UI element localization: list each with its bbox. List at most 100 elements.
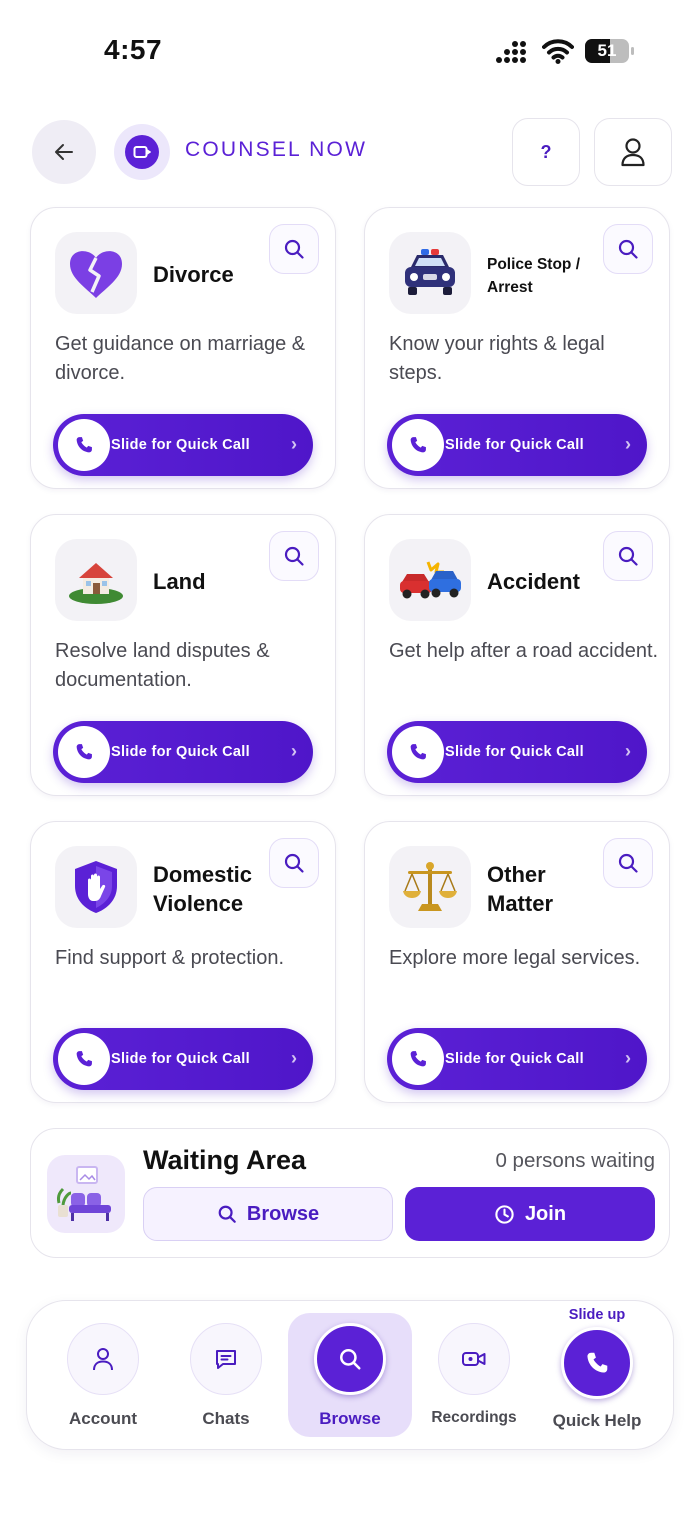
- chat-icon: [216, 1350, 236, 1369]
- quick-call-slider[interactable]: Slide for Quick Call ›: [53, 721, 313, 783]
- join-label: Join: [524, 1202, 567, 1225]
- search-button[interactable]: [603, 224, 653, 274]
- nav-recordings[interactable]: Recordings: [414, 1301, 534, 1451]
- search-button[interactable]: [603, 531, 653, 581]
- bottom-nav: Account Chats Browse Recordings Slide up…: [26, 1300, 674, 1450]
- browse-label: Browse: [246, 1202, 320, 1225]
- search-button[interactable]: [269, 838, 319, 888]
- slider-knob[interactable]: [58, 419, 110, 471]
- waiting-room-icon: [47, 1155, 125, 1233]
- battery-level: 51: [597, 41, 617, 60]
- category-card-land[interactable]: Land Resolve land disputes & documentati…: [30, 514, 336, 796]
- waiting-area-title: Waiting Area: [143, 1145, 307, 1175]
- quick-call-slider[interactable]: Slide for Quick Call ›: [53, 414, 313, 476]
- nav-chats[interactable]: Chats: [166, 1301, 286, 1451]
- arrow-left-icon: [55, 144, 73, 160]
- category-card-accident[interactable]: Accident Get help after a road accident.…: [364, 514, 670, 796]
- nav-quick-help[interactable]: Slide up Quick Help: [537, 1301, 657, 1451]
- brand-logo: [114, 124, 170, 180]
- status-time: 4:57: [104, 34, 163, 65]
- join-button[interactable]: Join: [405, 1187, 655, 1241]
- card-description: Resolve land disputes & documentation.: [55, 640, 270, 691]
- search-icon: [618, 853, 638, 873]
- quick-call-slider[interactable]: Slide for Quick Call ›: [387, 1028, 647, 1090]
- card-description: Find support & protection.: [55, 947, 285, 969]
- wifi-icon: [542, 39, 574, 64]
- browse-button[interactable]: Browse: [143, 1187, 393, 1241]
- house-land-icon: [55, 539, 137, 621]
- card-description: Explore more legal services.: [389, 947, 641, 969]
- quick-call-slider[interactable]: Slide for Quick Call ›: [53, 1028, 313, 1090]
- search-button[interactable]: [269, 531, 319, 581]
- category-card-domestic-violence[interactable]: Domestic Violence Find support & protect…: [30, 821, 336, 1103]
- slider-knob[interactable]: [58, 1033, 110, 1085]
- person-icon: [93, 1348, 113, 1371]
- search-button[interactable]: [269, 224, 319, 274]
- category-card-divorce[interactable]: Divorce Get guidance on marriage & divor…: [30, 207, 336, 489]
- slider-label: Slide for Quick Call: [111, 437, 250, 453]
- card-description: Get guidance on marriage & divorce.: [55, 333, 306, 384]
- help-label: ?: [540, 141, 552, 162]
- broken-heart-icon: [55, 232, 137, 314]
- search-icon: [618, 546, 638, 566]
- car-crash-icon: [389, 539, 471, 621]
- nav-label: Account: [69, 1409, 137, 1428]
- brand-name: COUNSEL NOW: [185, 138, 368, 161]
- nav-browse[interactable]: Browse: [288, 1301, 412, 1451]
- signal-icon: [496, 41, 526, 63]
- phone-icon: [76, 437, 92, 453]
- search-icon: [618, 239, 638, 259]
- slider-label: Slide for Quick Call: [445, 437, 584, 453]
- card-title: Divorce: [153, 262, 234, 287]
- slider-label: Slide for Quick Call: [445, 1051, 584, 1067]
- nav-label: Chats: [202, 1409, 250, 1428]
- nav-label: Browse: [319, 1409, 381, 1428]
- search-icon: [284, 853, 304, 873]
- phone-icon: [76, 1051, 92, 1067]
- clock-icon: [495, 1204, 514, 1224]
- card-title: Accident: [487, 569, 580, 594]
- phone-icon: [410, 744, 426, 760]
- help-button[interactable]: ?: [512, 118, 580, 186]
- status-bar: 4:57 51: [0, 0, 700, 100]
- card-title: Other Matter: [487, 862, 554, 916]
- app-header: COUNSEL NOW ?: [0, 116, 700, 188]
- slider-label: Slide for Quick Call: [111, 744, 250, 760]
- quick-call-slider[interactable]: Slide for Quick Call ›: [387, 721, 647, 783]
- nav-account[interactable]: Account: [43, 1301, 163, 1451]
- phone-icon: [410, 437, 426, 453]
- slider-label: Slide for Quick Call: [111, 1051, 250, 1067]
- quick-call-slider[interactable]: Slide for Quick Call ›: [387, 414, 647, 476]
- slider-knob[interactable]: [392, 419, 444, 471]
- search-button[interactable]: [603, 838, 653, 888]
- back-button[interactable]: [32, 120, 96, 184]
- chevron-right-icon: ›: [291, 741, 297, 761]
- nav-label: Quick Help: [552, 1411, 642, 1430]
- slider-label: Slide for Quick Call: [445, 744, 584, 760]
- tag-icon: [133, 146, 151, 158]
- battery-icon: 51: [584, 37, 636, 65]
- search-icon: [284, 546, 304, 566]
- search-icon: [218, 1205, 236, 1223]
- slider-knob[interactable]: [392, 1033, 444, 1085]
- scales-icon: [389, 846, 471, 928]
- waiting-area-card: Waiting Area 0 persons waiting Browse Jo…: [30, 1128, 670, 1258]
- chevron-right-icon: ›: [291, 1048, 297, 1068]
- police-car-icon: [389, 232, 471, 314]
- video-icon: [462, 1352, 486, 1366]
- card-description: Know your rights & legal steps.: [389, 333, 605, 384]
- category-card-police-stop[interactable]: Police Stop / Arrest Know your rights & …: [364, 207, 670, 489]
- slider-knob[interactable]: [58, 726, 110, 778]
- card-description: Get help after a road accident.: [389, 640, 659, 662]
- phone-icon: [587, 1352, 608, 1373]
- card-title: Domestic Violence: [153, 862, 253, 916]
- profile-button[interactable]: [594, 118, 672, 186]
- nav-label: Recordings: [431, 1409, 517, 1426]
- chevron-right-icon: ›: [625, 434, 631, 454]
- category-card-other-matter[interactable]: Other Matter Explore more legal services…: [364, 821, 670, 1103]
- slide-up-hint: Slide up: [568, 1307, 626, 1323]
- slider-knob[interactable]: [392, 726, 444, 778]
- waiting-count: 0 persons waiting: [495, 1149, 655, 1172]
- shield-hand-icon: [55, 846, 137, 928]
- chevron-right-icon: ›: [625, 741, 631, 761]
